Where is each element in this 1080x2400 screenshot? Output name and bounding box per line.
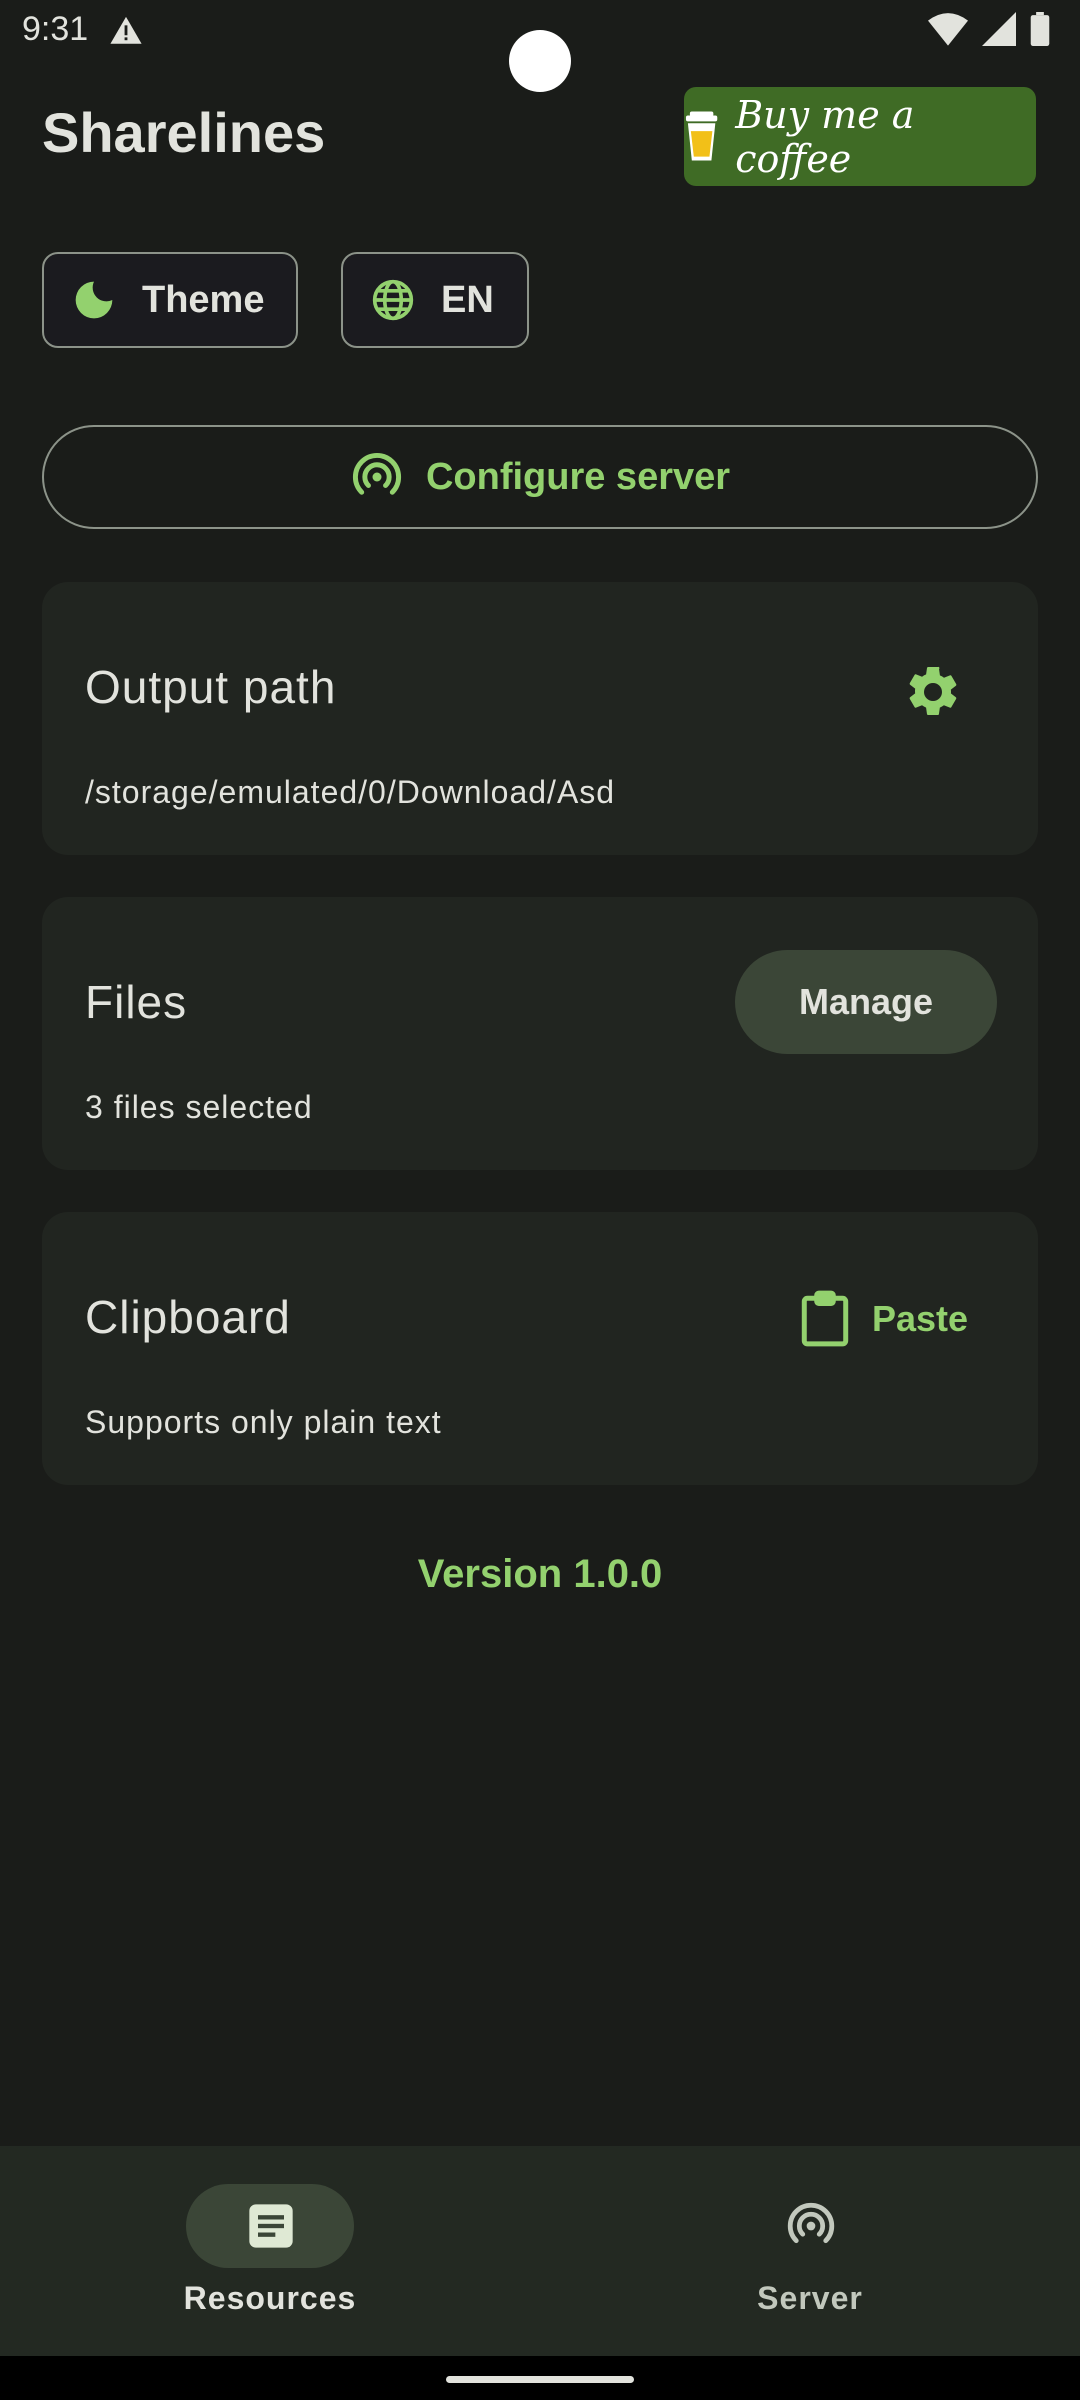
files-title: Files bbox=[85, 976, 188, 1028]
battery-icon bbox=[1030, 12, 1050, 46]
paste-button[interactable]: Paste bbox=[800, 1279, 968, 1359]
broadcast-icon bbox=[787, 2202, 835, 2244]
files-card: Files Manage 3 files selected bbox=[42, 897, 1038, 1170]
globe-icon bbox=[372, 279, 414, 321]
output-path-title: Output path bbox=[85, 661, 337, 713]
camera-cutout bbox=[509, 30, 571, 92]
clipboard-card: Clipboard Paste Supports only plain text bbox=[42, 1212, 1038, 1485]
configure-server-button[interactable]: Configure server bbox=[42, 425, 1038, 529]
paste-label: Paste bbox=[872, 1298, 969, 1339]
app-title: Sharelines bbox=[42, 101, 326, 164]
output-path-card: Output path /storage/emulated/0/Download… bbox=[42, 582, 1038, 855]
document-icon bbox=[249, 2204, 293, 2248]
language-button[interactable]: EN bbox=[341, 252, 529, 348]
bottom-navigation: Resources Server bbox=[0, 2146, 1080, 2356]
coffee-label: Buy me a coffee bbox=[735, 92, 915, 181]
nav-item-server[interactable]: Server bbox=[540, 2146, 1080, 2356]
clipboard-icon bbox=[801, 1290, 849, 1347]
buy-me-a-coffee-button[interactable]: Buy me a coffee bbox=[684, 87, 1036, 186]
moon-icon bbox=[75, 281, 113, 319]
signal-icon bbox=[982, 12, 1016, 46]
gear-icon[interactable] bbox=[903, 662, 963, 722]
files-count: 3 files selected bbox=[85, 1089, 313, 1125]
status-icons bbox=[928, 12, 1050, 46]
wifi-icon bbox=[928, 13, 968, 46]
output-path-value: /storage/emulated/0/Download/Asd bbox=[85, 774, 616, 810]
status-time: 9:31 bbox=[22, 10, 89, 48]
coffee-cup-icon bbox=[685, 111, 718, 160]
theme-label: Theme bbox=[142, 278, 265, 321]
gesture-handle[interactable] bbox=[446, 2376, 634, 2383]
clipboard-title: Clipboard bbox=[85, 1291, 291, 1343]
broadcast-icon bbox=[352, 453, 401, 495]
configure-server-label: Configure server bbox=[425, 455, 731, 498]
nav-label-server: Server bbox=[757, 2280, 863, 2316]
clipboard-note: Supports only plain text bbox=[85, 1404, 442, 1440]
nav-item-resources[interactable]: Resources bbox=[0, 2146, 540, 2356]
manage-files-button[interactable]: Manage bbox=[735, 950, 997, 1054]
language-label: EN bbox=[441, 278, 494, 321]
nav-label-resources: Resources bbox=[183, 2280, 357, 2316]
version-label: Version 1.0.0 bbox=[417, 1552, 663, 1596]
warning-icon bbox=[110, 16, 142, 44]
theme-button[interactable]: Theme bbox=[42, 252, 298, 348]
